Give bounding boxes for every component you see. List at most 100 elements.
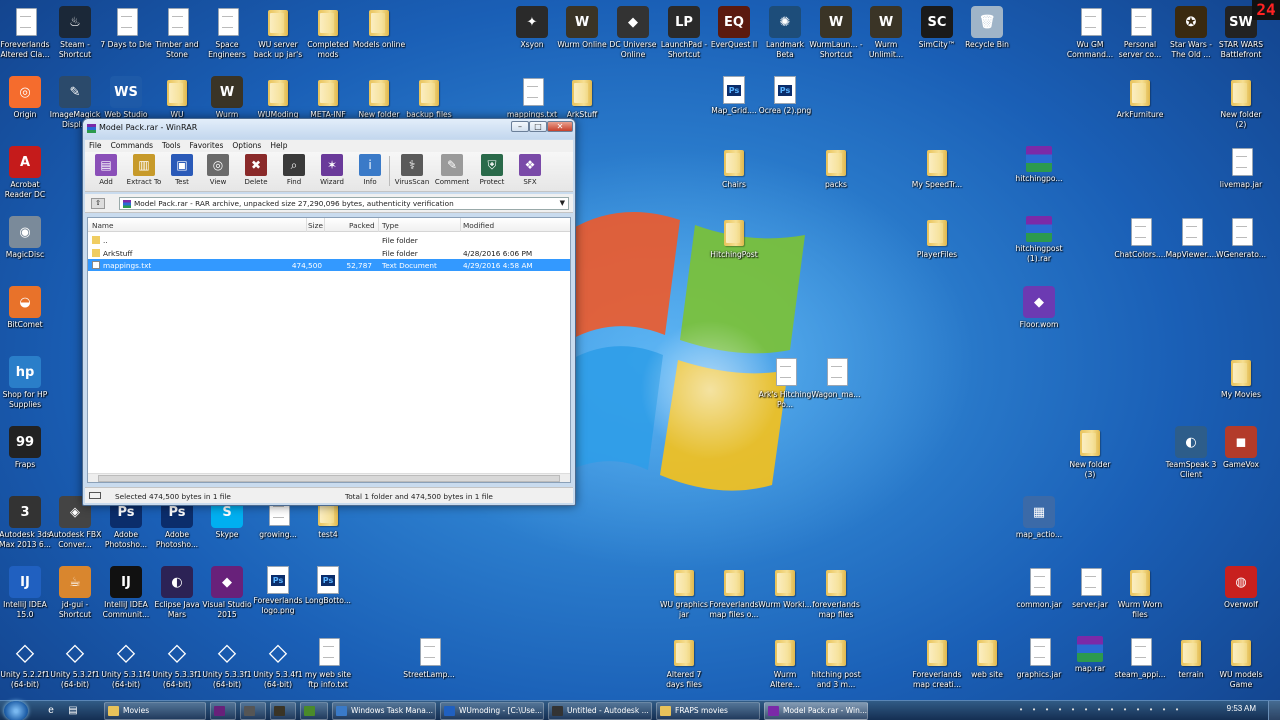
desktop-icon[interactable]: ◐ Eclipse Java Mars (152, 564, 202, 630)
desktop-icon[interactable]: ◇ Unity 5.3.4f1 (64-bit) (253, 634, 303, 700)
desktop-icon[interactable]: 7 Days to Die (100, 4, 152, 70)
taskbar-button[interactable] (300, 702, 328, 720)
clock[interactable]: 9:53 AM (1227, 704, 1256, 713)
show-desktop-button[interactable] (1268, 701, 1280, 720)
table-row[interactable]: ArkStuff File folder 4/28/2016 6:06 PM (88, 247, 570, 259)
desktop-icon[interactable]: ◍ Overwolf (1216, 564, 1266, 630)
column-type[interactable]: Type (382, 221, 399, 230)
find-button[interactable]: ⌕ Find (277, 154, 311, 190)
desktop-icon[interactable]: WU server back up jar's (253, 4, 303, 70)
desktop-icon[interactable]: ◆ Visual Studio 2015 (202, 564, 252, 630)
sfx-button[interactable]: ❖ SFX (513, 154, 547, 190)
desktop-icon[interactable]: 3 Autodesk 3ds Max 2013 6... (0, 494, 51, 560)
desktop-icon[interactable]: ◎ Origin (0, 74, 50, 140)
desktop-icon[interactable]: ChatColors.... (1114, 214, 1166, 280)
info-button[interactable]: i Info (353, 154, 387, 190)
table-row[interactable]: .. File folder (88, 234, 570, 246)
desktop-icon[interactable]: IJ IntelliJ IDEA 15.0 (0, 564, 50, 630)
scrollbar-thumb[interactable] (98, 475, 560, 482)
desktop-icon[interactable]: Timber and Stone (152, 4, 202, 70)
desktop-icon[interactable]: Ark's Hitching Po... (759, 354, 811, 420)
desktop-icon[interactable]: ✪ Star Wars - The Old ... (1166, 4, 1216, 70)
desktop-icon[interactable]: Models online (353, 4, 405, 70)
desktop-icon[interactable]: Wurm Worki... (758, 564, 812, 630)
desktop-icon[interactable]: Space Engineers (202, 4, 252, 70)
add-button[interactable]: ▤ Add (89, 154, 123, 190)
desktop-icon[interactable]: Wagon_ma... (811, 354, 861, 420)
desktop-icon[interactable]: Foreverlands Altered Cla... (0, 4, 50, 70)
desktop-icon[interactable]: MapViewer.... (1166, 214, 1216, 280)
desktop-icon[interactable]: ☕ jd-gui - Shortcut (50, 564, 100, 630)
desktop-icon[interactable]: PlayerFiles (912, 214, 962, 280)
desktop-icon[interactable]: map.rar (1065, 634, 1115, 700)
desktop-icon[interactable]: HitchingPost (709, 214, 759, 280)
menu-options[interactable]: Options (232, 140, 261, 152)
desktop-icon[interactable]: livemap.jar (1216, 144, 1266, 210)
horizontal-scrollbar[interactable] (88, 473, 570, 482)
taskbar-button[interactable]: Model Pack.rar - Win... (764, 702, 868, 720)
desktop-icon[interactable]: W WurmLaun... - Shortcut (809, 4, 863, 70)
desktop-icon[interactable]: Ps LongBotto... (303, 564, 353, 630)
desktop-icon[interactable]: Altered 7 days files (659, 634, 709, 700)
bluetooth-icon[interactable]: • (1146, 705, 1156, 715)
close-button[interactable]: ✕ (547, 121, 573, 132)
desktop-icon[interactable]: hitchingpo... (1014, 144, 1064, 210)
taskbar-button[interactable]: Untitled - Autodesk ... (548, 702, 652, 720)
desktop-icon[interactable]: server.jar (1065, 564, 1115, 630)
start-button[interactable] (4, 701, 28, 720)
taskbar-button[interactable]: WUmoding - [C:\Use... (440, 702, 544, 720)
desktop-icon[interactable]: Wurm Worn files (1115, 564, 1165, 630)
desktop-icon[interactable]: common.jar (1014, 564, 1064, 630)
desktop-icon[interactable]: W Wurm Online (557, 4, 607, 70)
desktop-icon[interactable]: Ps Map_Grid.... (709, 74, 759, 140)
chevron-down-icon[interactable]: ▼ (560, 198, 565, 209)
column-packed[interactable]: Packed (349, 221, 375, 230)
taskbar-button[interactable]: Movies (104, 702, 206, 720)
desktop-icon[interactable]: A Acrobat Reader DC (0, 144, 50, 210)
desktop-icon[interactable]: ◼ GameVox (1216, 424, 1266, 490)
desktop-icon[interactable]: ◉ MagicDisc (0, 214, 50, 280)
desktop-icon[interactable]: Completed mods (303, 4, 353, 70)
desktop-icon[interactable]: Wurm Altere... (760, 634, 810, 700)
desktop-icon[interactable]: ◆ Floor.wom (1014, 284, 1064, 350)
desktop-icon[interactable]: web site (962, 634, 1012, 700)
taskbar-button[interactable] (210, 702, 236, 720)
desktop-icon[interactable]: StreetLamp... (403, 634, 455, 700)
desktop-icon[interactable]: WU models Game (1216, 634, 1266, 700)
desktop-icon[interactable]: ArkFurniture (1115, 74, 1165, 140)
desktop-icon[interactable]: 99 Fraps (0, 424, 50, 490)
desktop-icon[interactable]: ◇ Unity 5.3.3f1 (64-bit) (202, 634, 252, 700)
usb-icon[interactable]: • (1068, 705, 1078, 715)
desktop-icon[interactable]: Wu GM Command... (1065, 4, 1115, 70)
shield-icon[interactable]: • (1029, 705, 1039, 715)
desktop-icon[interactable]: My Movies (1216, 354, 1266, 420)
up-folder-button[interactable]: ⇧ (91, 198, 105, 209)
menu-tools[interactable]: Tools (162, 140, 180, 152)
volume-icon[interactable]: • (1055, 705, 1065, 715)
flag-icon[interactable]: • (1120, 705, 1130, 715)
column-size[interactable]: Size (308, 221, 323, 230)
protect-button[interactable]: ⛨ Protect (475, 154, 509, 190)
desktop-icon[interactable]: ◆ DC Universe Online (608, 4, 658, 70)
desktop-icon[interactable]: ◇ Unity 5.2.2f1 (64-bit) (0, 634, 50, 700)
desktop-icon[interactable]: 🗑 Recycle Bin (962, 4, 1012, 70)
desktop-icon[interactable]: steam_appi... (1114, 634, 1166, 700)
explorer-icon[interactable]: ▤ (64, 703, 82, 719)
desktop-icon[interactable]: Foreverlands map creati... (912, 634, 962, 700)
desktop-icon[interactable]: Personal server co... (1115, 4, 1165, 70)
winrar-window[interactable]: Model Pack.rar - WinRAR – □ ✕ File Comman… (82, 118, 576, 506)
desktop-icon[interactable]: SC SimCity™ (912, 4, 962, 70)
menu-commands[interactable]: Commands (111, 140, 153, 152)
desktop-icon[interactable]: terrain (1166, 634, 1216, 700)
desktop-icon[interactable]: packs (811, 144, 861, 210)
desktop-icon[interactable]: W Wurm Unlimit... (861, 4, 911, 70)
menu-help[interactable]: Help (270, 140, 287, 152)
desktop-icon[interactable]: Ps Foreverlands logo.png (253, 564, 303, 630)
maximize-button[interactable]: □ (529, 121, 547, 132)
taskbar-button[interactable] (240, 702, 266, 720)
desktop-icon[interactable]: ✺ Landmark Beta (760, 4, 810, 70)
table-row[interactable]: mappings.txt 474,500 52,787 Text Document 4/… (88, 259, 570, 271)
desktop-icon[interactable]: WGenerato... (1216, 214, 1266, 280)
archive-path-field[interactable]: Model Pack.rar - RAR archive, unpacked s… (119, 197, 569, 210)
window-titlebar[interactable]: Model Pack.rar - WinRAR – □ ✕ (83, 119, 575, 139)
